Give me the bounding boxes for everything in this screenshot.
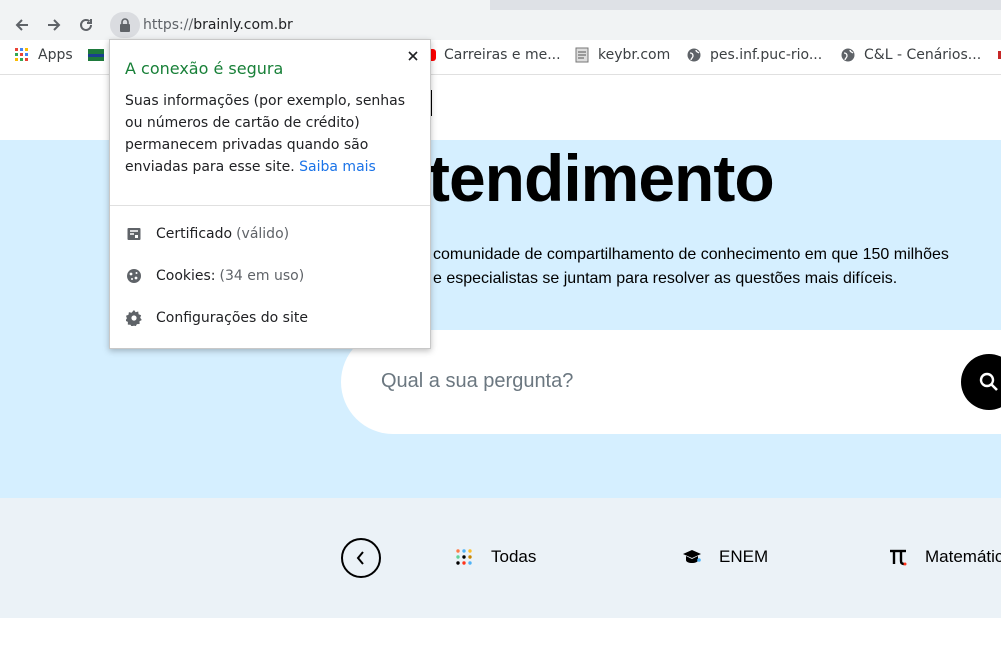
cookie-icon (125, 267, 143, 285)
search-button[interactable] (961, 354, 1001, 410)
popup-description: Suas informações (por exemplo, senhas ou… (125, 90, 415, 178)
close-button[interactable] (403, 46, 423, 66)
bookmark-label: keybr.com (598, 47, 671, 63)
cookies-label: Cookies: (156, 268, 216, 284)
popup-title: A conexão é segura (125, 59, 284, 78)
forward-button[interactable] (42, 14, 66, 36)
page-icon (574, 47, 590, 63)
bookmark-label: C&L - Cenários... (864, 47, 982, 63)
bookmark-pes[interactable]: pes.inf.puc-rio... (686, 47, 822, 63)
category-label: Todas (491, 547, 537, 566)
bookmark-overflow[interactable] (994, 47, 1001, 63)
reload-icon (80, 18, 92, 31)
bookmark-cl[interactable]: C&L - Cenários... (840, 47, 981, 63)
bookmark-keybr[interactable]: keybr.com (574, 47, 670, 63)
hero-description-line: e especialistas se juntam para resolver … (433, 270, 898, 287)
reload-button[interactable] (74, 14, 98, 36)
overflow-bookmark-icon (994, 47, 1001, 63)
back-button[interactable] (10, 14, 34, 36)
category-label: Matemática (925, 547, 1001, 566)
close-icon (408, 51, 418, 61)
learn-more-link[interactable]: Saiba mais (299, 159, 376, 175)
globe-icon (686, 47, 702, 63)
site-settings-label: Configurações do site (156, 310, 308, 326)
category-matematica[interactable]: Matemática (888, 547, 1001, 567)
bookmark-label: Carreiras e me... (444, 47, 561, 63)
browser-toolbar: https://brainly.com.br (0, 10, 1001, 40)
bookmark-label: Apps (38, 47, 73, 63)
tab-strip (0, 0, 1001, 10)
bookmark-apps[interactable]: Apps (14, 47, 73, 63)
search-icon (979, 372, 998, 391)
back-arrow-icon (15, 19, 28, 31)
categories-bar: Todas ENEM Matemática (0, 498, 1001, 618)
active-tab[interactable] (0, 0, 490, 10)
hero-title: tendimento (428, 141, 775, 215)
site-settings-item[interactable]: Configurações do site (125, 309, 308, 327)
certificate-icon (125, 225, 143, 243)
pi-icon (888, 547, 908, 567)
url-scheme: https:// (143, 17, 194, 33)
apps-grid-icon (14, 47, 30, 63)
all-dots-icon (454, 547, 474, 567)
cookies-status: (34 em uso) (219, 268, 305, 284)
site-info-popup: A conexão é segura Suas informações (por… (109, 39, 431, 349)
forward-arrow-icon (48, 19, 61, 31)
url-text[interactable]: https://brainly.com.br (143, 17, 293, 33)
category-label: ENEM (719, 547, 769, 566)
search-input[interactable]: Qual a sua pergunta? (381, 370, 573, 393)
flag-icon (88, 47, 104, 63)
lock-icon (120, 18, 130, 32)
site-info-button[interactable] (110, 12, 140, 38)
graduation-cap-icon (682, 547, 702, 567)
categories-prev-button[interactable] (341, 538, 381, 578)
certificate-status: (válido) (236, 226, 290, 242)
url-host: brainly.com.br (193, 17, 293, 33)
chevron-left-icon (356, 551, 364, 565)
bookmark-label: pes.inf.puc-rio... (710, 47, 823, 63)
category-enem[interactable]: ENEM (682, 547, 768, 567)
cookies-item[interactable]: Cookies: (34 em uso) (125, 267, 304, 285)
hero-description-line: comunidade de compartilhamento de conhec… (433, 246, 949, 263)
certificate-item[interactable]: Certificado (válido) (125, 225, 289, 243)
hero-description: comunidade de compartilhamento de conhec… (433, 243, 1001, 291)
globe-icon (840, 47, 856, 63)
address-bar[interactable]: https://brainly.com.br (110, 12, 1001, 38)
search-box[interactable]: Qual a sua pergunta? (341, 330, 1001, 434)
category-todas[interactable]: Todas (454, 547, 536, 567)
certificate-label: Certificado (156, 226, 233, 242)
gear-icon (125, 309, 143, 327)
divider (110, 205, 430, 206)
bookmark-carreiras[interactable]: Carreiras e me... (420, 47, 561, 63)
